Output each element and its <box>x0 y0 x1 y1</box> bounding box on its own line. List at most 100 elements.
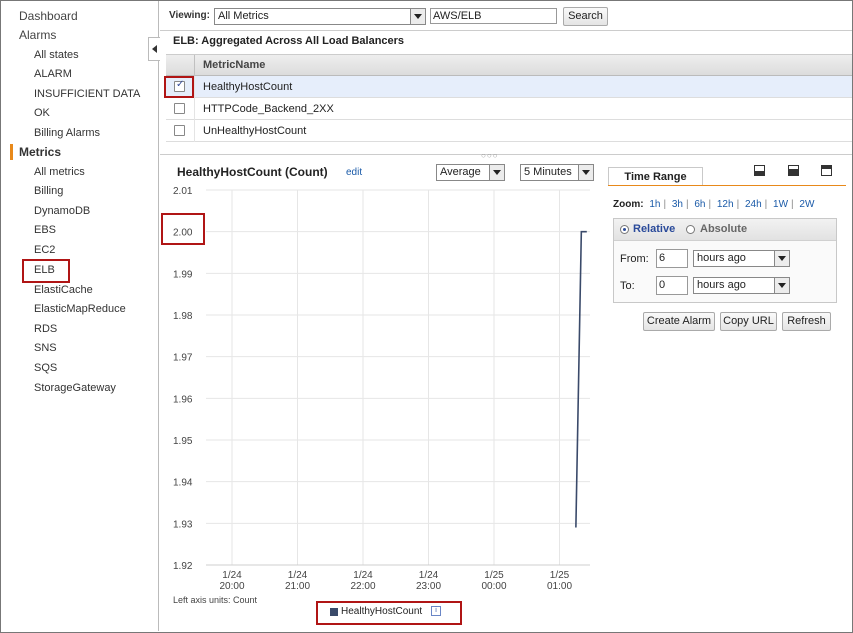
elb-highlight-box <box>22 259 70 283</box>
period-select-value: 5 Minutes <box>524 166 572 178</box>
zoom-1h[interactable]: 1h <box>649 199 660 210</box>
viewing-select-value: All Metrics <box>218 10 269 22</box>
checkbox-highlight-box <box>164 76 194 98</box>
x-tick-date: 1/24 <box>353 570 373 581</box>
panel-splitter[interactable]: ○○○ <box>160 151 852 160</box>
y-tick-label: 1.94 <box>173 478 193 489</box>
y-tick-label: 2.01 <box>173 186 193 197</box>
refresh-button[interactable]: Refresh <box>782 312 831 331</box>
zoom-controls: Zoom: 1h | 3h | 6h | 12h | 24h | 1W | 2W <box>613 199 815 210</box>
sidebar-item-ok[interactable]: OK <box>34 104 50 122</box>
y-tick-label: 1.97 <box>173 353 193 364</box>
metric-name: HealthyHostCount <box>203 81 293 93</box>
relative-radio[interactable] <box>620 225 629 234</box>
table-row[interactable]: UnHealthyHostCount <box>166 120 852 142</box>
y-tick-label: 1.93 <box>173 519 193 530</box>
toolbar: Viewing: All Metrics AWS/ELB Search <box>160 1 852 31</box>
x-tick-time: 20:00 <box>219 581 244 592</box>
relative-label[interactable]: Relative <box>633 223 675 235</box>
sidebar-item-dynamodb[interactable]: DynamoDB <box>34 202 90 220</box>
zoom-24h[interactable]: 24h <box>745 199 762 210</box>
sidebar-item-sns[interactable]: SNS <box>34 339 57 357</box>
sidebar-item-ec2[interactable]: EC2 <box>34 241 55 259</box>
zoom-1w[interactable]: 1W <box>773 199 788 210</box>
viewing-select[interactable]: All Metrics <box>214 8 426 25</box>
chevron-down-icon <box>489 165 504 180</box>
create-alarm-button[interactable]: Create Alarm <box>643 312 715 331</box>
x-tick-date: 1/24 <box>288 570 308 581</box>
to-unit-select[interactable]: hours ago <box>693 277 790 294</box>
zoom-12h[interactable]: 12h <box>717 199 734 210</box>
search-input[interactable]: AWS/ELB <box>430 8 557 24</box>
zoom-2w[interactable]: 2W <box>799 199 814 210</box>
from-unit-select[interactable]: hours ago <box>693 250 790 267</box>
column-separator <box>194 55 195 77</box>
sidebar-item-billing[interactable]: Billing <box>34 182 63 200</box>
statistic-select[interactable]: Average <box>436 164 505 181</box>
x-tick-time: 21:00 <box>285 581 310 592</box>
y-tick-label: 1.98 <box>173 311 193 322</box>
from-value-input[interactable]: 6 <box>656 249 688 268</box>
row-checkbox[interactable] <box>174 125 185 136</box>
range-mode-header: Relative Absolute <box>614 219 836 241</box>
table-row[interactable]: HealthyHostCount <box>166 76 852 98</box>
chevron-down-icon <box>774 251 789 266</box>
chevron-left-icon <box>152 45 157 53</box>
axis-units-label: Left axis units: Count <box>173 595 258 605</box>
sidebar-item-billing-alarms[interactable]: Billing Alarms <box>34 124 100 142</box>
column-separator <box>194 98 195 120</box>
x-tick-time: 00:00 <box>481 581 506 592</box>
series-line-healthyhostcount <box>575 230 587 528</box>
section-title: ELB: Aggregated Across All Load Balancer… <box>173 35 405 47</box>
absolute-radio[interactable] <box>686 225 695 234</box>
sidebar-item-elasticache[interactable]: ElastiCache <box>34 281 93 299</box>
maximize-graph-icon[interactable] <box>821 165 832 176</box>
zoom-6h[interactable]: 6h <box>694 199 705 210</box>
sidebar-item-insufficient-data[interactable]: INSUFFICIENT DATA <box>34 85 140 103</box>
search-button[interactable]: Search <box>563 7 608 26</box>
sidebar-item-alarms[interactable]: Alarms <box>19 26 56 44</box>
column-separator <box>194 120 195 142</box>
x-tick-date: 1/25 <box>484 570 504 581</box>
collapse-sidebar-button[interactable] <box>148 37 160 61</box>
y-tick-label: 1.95 <box>173 436 193 447</box>
sidebar-item-metrics[interactable]: Metrics <box>19 143 61 161</box>
sidebar-item-rds[interactable]: RDS <box>34 320 57 338</box>
viewing-label: Viewing: <box>169 10 210 21</box>
sidebar: Dashboard Alarms All states ALARM INSUFF… <box>1 1 159 631</box>
minimize-graph-icon[interactable] <box>754 165 765 176</box>
restore-graph-icon[interactable] <box>788 165 799 176</box>
statistic-select-value: Average <box>440 166 481 178</box>
sidebar-item-sqs[interactable]: SQS <box>34 359 57 377</box>
absolute-label[interactable]: Absolute <box>700 223 747 235</box>
y-tick-label: 1.99 <box>173 269 193 280</box>
y-tick-label: 1.96 <box>173 394 193 405</box>
y-tick-label: 1.92 <box>173 561 193 572</box>
copy-url-button[interactable]: Copy URL <box>720 312 777 331</box>
sidebar-item-all-metrics[interactable]: All metrics <box>34 163 85 181</box>
sidebar-item-storagegateway[interactable]: StorageGateway <box>34 379 116 397</box>
row-checkbox[interactable] <box>174 103 185 114</box>
y-value-highlight-box <box>161 213 205 245</box>
to-value-input[interactable]: 0 <box>656 276 688 295</box>
time-range-box: Relative Absolute From: 6 hours ago To: … <box>613 218 837 303</box>
sidebar-item-elasticmapreduce[interactable]: ElasticMapReduce <box>34 300 126 318</box>
x-tick-date: 1/24 <box>419 570 439 581</box>
drag-handle-icon[interactable]: ○○○ <box>481 151 499 160</box>
chart-grid <box>206 189 590 566</box>
column-header-metricname[interactable]: MetricName <box>203 59 265 71</box>
sidebar-item-ebs[interactable]: EBS <box>34 221 56 239</box>
to-label: To: <box>620 280 635 292</box>
chart-title: HealthyHostCount (Count) <box>177 165 328 179</box>
zoom-3h[interactable]: 3h <box>672 199 683 210</box>
metric-chart: 2.012.001.991.981.971.961.951.941.931.92… <box>173 186 590 592</box>
period-select[interactable]: 5 Minutes <box>520 164 594 181</box>
x-tick-time: 23:00 <box>416 581 441 592</box>
sidebar-item-dashboard[interactable]: Dashboard <box>19 7 78 25</box>
table-row[interactable]: HTTPCode_Backend_2XX <box>166 98 852 120</box>
tab-time-range[interactable]: Time Range <box>608 167 703 186</box>
sidebar-item-alarm[interactable]: ALARM <box>34 65 72 83</box>
metric-name: UnHealthyHostCount <box>203 125 307 137</box>
edit-title-link[interactable]: edit <box>346 167 362 178</box>
sidebar-item-all-states[interactable]: All states <box>34 46 79 64</box>
